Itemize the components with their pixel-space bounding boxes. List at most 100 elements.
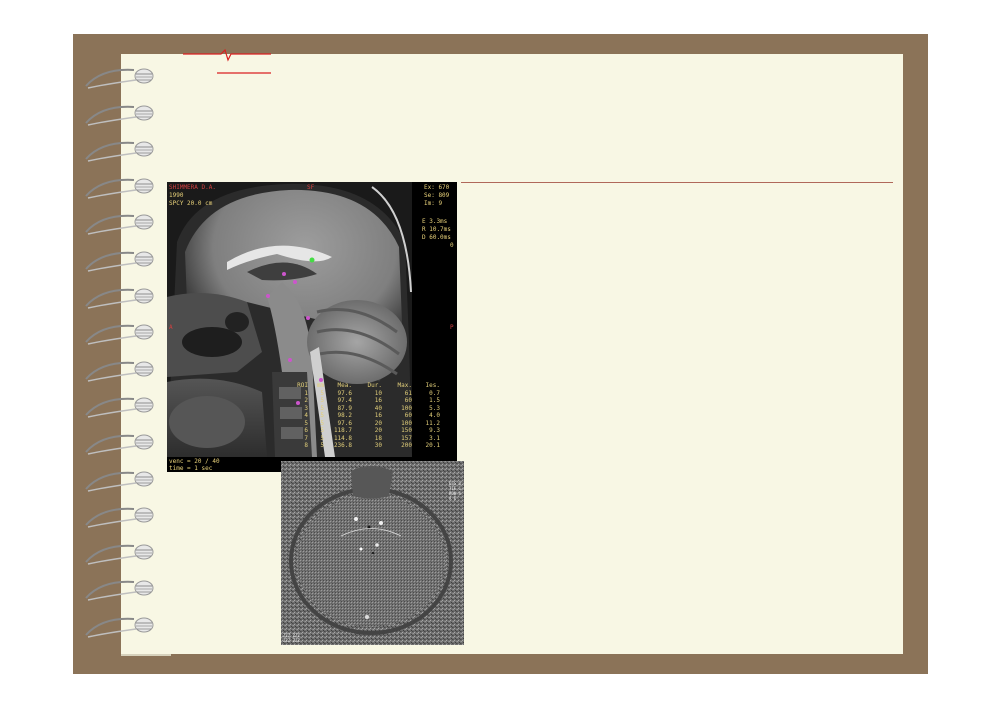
roi-table-cell: 8 <box>304 442 308 449</box>
roi-table-cell: 61 <box>404 389 412 397</box>
scan-year: 1990 <box>169 192 184 199</box>
echo-time: E 3.3ms <box>422 218 448 225</box>
roi-table-cell: 1.5 <box>429 397 440 404</box>
spiral-ring-icon <box>85 141 154 162</box>
roi-table-cell: 20 <box>374 419 382 427</box>
spiral-ring-icon <box>85 361 154 382</box>
roi-table-cell: 11.2 <box>425 419 440 427</box>
roi-table-cell: 114.8 <box>333 434 352 442</box>
spiral-ring-icon <box>85 544 154 565</box>
roi-table-cell: 97.6 <box>337 389 352 397</box>
roi-table-cell: 150 <box>401 427 412 434</box>
spiral-binding <box>82 64 162 644</box>
orientation-label: SF <box>307 184 315 191</box>
spiral-ring-icon <box>85 397 154 419</box>
col-header: Dur. <box>367 382 382 389</box>
roi-table-header: ROI mm Mea. Dur. Max. Ies. <box>294 382 454 390</box>
roi-velocity-table: ROI mm Mea. Dur. Max. Ies. 1 5 97.6 10 61 0.7… <box>294 382 454 450</box>
roi-table-cell: 16 <box>374 412 382 419</box>
image-number: Im: 9 <box>424 200 443 207</box>
axial-scan-info: ESS 0.0 TIE 1.0 ROW 6 A 6 <box>449 481 464 501</box>
spiral-ring-icon <box>85 178 154 199</box>
roi-table-cell: 5 <box>320 419 324 427</box>
roi-table-row: 5 5 97.6 20 100 11.2 <box>294 420 454 428</box>
roi-table-cell: 40 <box>374 404 382 412</box>
roi-table-cell: 30 <box>374 442 382 449</box>
roi-table-cell: 100 <box>401 419 412 427</box>
right-orientation-marker: P <box>450 324 454 331</box>
roi-table-row: 1 5 97.6 10 61 0.7 <box>294 390 454 398</box>
roi-table-cell: 4 <box>304 412 308 419</box>
left-orientation-marker: A <box>169 324 173 331</box>
axial-brain-scan <box>281 461 464 645</box>
roi-table-cell: 20 <box>374 427 382 434</box>
roi-table-cell: 60 <box>404 412 412 419</box>
roi-table-cell: 20.1 <box>425 442 440 449</box>
col-header: mm <box>316 382 324 389</box>
spiral-ring-icon <box>85 324 154 345</box>
col-header: ROI <box>297 382 308 389</box>
field-of-view: SPCY 20.0 cm <box>169 200 213 207</box>
roi-table-cell: 18 <box>374 434 382 442</box>
paper-edge <box>121 654 171 656</box>
series-number: Se: 809 <box>424 192 450 199</box>
heartbeat-ornament-icon <box>183 48 271 74</box>
col-header: Max. <box>397 382 412 389</box>
title-divider <box>461 182 893 183</box>
roi-table-row: 8 5 236.8 30 200 20.1 <box>294 442 454 450</box>
roi-table-cell: 2 <box>304 397 308 404</box>
roi-table-cell: 7 <box>304 434 308 442</box>
spiral-ring-icon <box>85 471 154 492</box>
roi-table-cell: 10 <box>374 389 382 397</box>
roi-table-cell: 200 <box>401 442 412 449</box>
venc-status: venc = 20 / 40 <box>169 458 220 465</box>
roi-table-row: 4 5 98.2 16 60 4.0 <box>294 412 454 420</box>
roi-table-cell: 1 <box>304 389 308 397</box>
roi-table-row: 6 5 118.7 20 150 9.3 <box>294 427 454 435</box>
roi-table-row: 2 5 97.4 16 60 1.5 <box>294 397 454 405</box>
sagittal-mri-image: SHIMMERA D.A. 1990 SPCY 20.0 cm SF A Ex:… <box>167 182 457 472</box>
spiral-ring-icon <box>85 214 154 236</box>
roi-table-cell: 16 <box>374 397 382 404</box>
axial-footer-info: ZZZ ZZZ ZZZ ZZZ <box>283 633 300 643</box>
roi-table-cell: 5 <box>304 419 308 427</box>
roi-table-cell: 97.4 <box>337 397 352 404</box>
spiral-ring-icon <box>85 288 154 309</box>
roi-table-cell: 5 <box>320 412 324 419</box>
roi-table-cell: 100 <box>401 404 412 412</box>
roi-table-cell: 5 <box>320 427 324 434</box>
roi-table-cell: 0.7 <box>429 389 440 397</box>
col-header: Ies. <box>425 382 440 389</box>
time-status: time = 1 sec <box>169 465 213 472</box>
roi-table-row: 3 5 87.9 40 100 5.3 <box>294 405 454 413</box>
roi-table-cell: 9.3 <box>429 427 440 434</box>
roi-table-cell: 5 <box>320 397 324 404</box>
exam-number: Ex: 670 <box>424 184 450 191</box>
spiral-ring-icon <box>85 507 154 528</box>
roi-table-cell: 157 <box>401 434 412 442</box>
roi-table-cell: 118.7 <box>333 427 352 434</box>
axial-phase-contrast-image: ESS 0.0 TIE 1.0 ROW 6 A 6 ZZZ ZZZ ZZZ ZZ… <box>281 461 464 645</box>
roi-table-cell: 87.9 <box>337 404 352 412</box>
patient-name: SHIMMERA D.A. <box>169 184 216 191</box>
offset-value: 0 <box>450 242 454 249</box>
spiral-ring-icon <box>85 617 154 638</box>
roi-table-row: 7 5 114.8 18 157 3.1 <box>294 435 454 443</box>
roi-table-cell: 236.8 <box>333 442 352 449</box>
repetition-time: R 10.7ms <box>422 226 451 233</box>
roi-table-cell: 4.0 <box>429 412 440 419</box>
roi-table-cell: 97.6 <box>337 419 352 427</box>
roi-table-cell: 5 <box>320 442 324 449</box>
spiral-ring-icon <box>85 105 154 126</box>
delay-time: D 60.0ms <box>422 234 451 241</box>
spiral-ring-icon <box>85 434 154 455</box>
roi-table-cell: 60 <box>404 397 412 404</box>
roi-table-cell: 98.2 <box>337 412 352 419</box>
roi-table-cell: 5.3 <box>429 404 440 412</box>
roi-table-cell: 5 <box>320 434 324 442</box>
roi-table-cell: 6 <box>304 427 308 434</box>
roi-table-cell: 5 <box>320 404 324 412</box>
roi-table-cell: 3.1 <box>429 434 440 442</box>
spiral-ring-icon <box>85 68 154 89</box>
status-strip: venc = 20 / 40 time = 1 sec <box>167 457 282 472</box>
